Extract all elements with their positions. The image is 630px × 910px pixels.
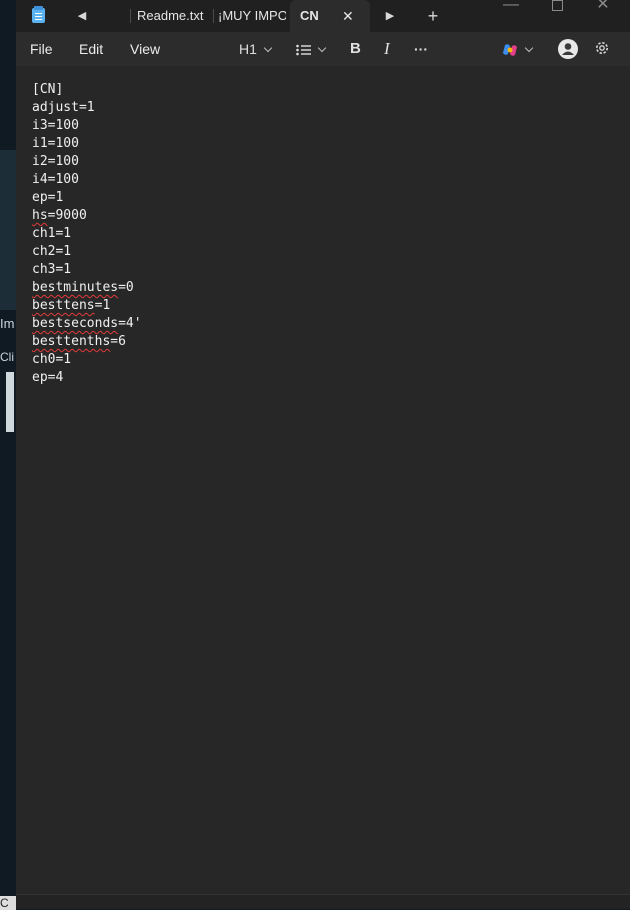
- tab-label: ¡MUY IMPOR: [218, 8, 286, 23]
- chevron-down-icon: [524, 43, 534, 53]
- close-icon: ✕: [596, 0, 610, 13]
- list-dropdown[interactable]: [296, 32, 327, 66]
- text-line: hs=9000: [32, 208, 87, 223]
- text-line: i4=100: [32, 172, 79, 187]
- minimize-icon: —: [503, 0, 519, 13]
- copilot-icon: [503, 44, 517, 57]
- text-line: ch3=1: [32, 262, 72, 277]
- text-line: [CN]: [32, 82, 64, 97]
- menu-edit[interactable]: Edit: [79, 32, 103, 66]
- chevron-down-icon: [317, 43, 327, 53]
- tab-muy-importante[interactable]: ¡MUY IMPOR: [218, 0, 286, 32]
- plus-icon: +: [427, 6, 439, 26]
- text-line: besttens=1: [32, 298, 111, 313]
- menu-view[interactable]: View: [130, 32, 160, 66]
- maximize-button[interactable]: [534, 0, 580, 32]
- bulleted-list-icon: [296, 44, 311, 56]
- background-text: C: [0, 896, 16, 910]
- tab-label: Readme.txt: [137, 8, 204, 23]
- heading-label: H1: [239, 41, 257, 57]
- scroll-tabs-left-button[interactable]: ◀: [74, 0, 90, 32]
- text-line: i3=100: [32, 118, 79, 133]
- menu-file[interactable]: File: [30, 32, 53, 66]
- settings-button[interactable]: [594, 40, 610, 56]
- copilot-dropdown[interactable]: [502, 32, 534, 66]
- text-line: besttenths=6: [32, 334, 126, 349]
- tab-readme[interactable]: Readme.txt: [137, 0, 213, 32]
- text-line: ch2=1: [32, 244, 72, 259]
- heading-dropdown[interactable]: H1: [239, 32, 273, 66]
- text-line: i1=100: [32, 136, 79, 151]
- close-window-button[interactable]: ✕: [580, 0, 626, 32]
- triangle-right-icon: ▶: [385, 10, 395, 22]
- tab-separator: [213, 9, 214, 23]
- tab-separator: [130, 9, 131, 23]
- title-bar: ◀ Readme.txt ¡MUY IMPOR CN ✕ ▶ + — ✕: [16, 0, 630, 32]
- account-button[interactable]: [558, 39, 578, 59]
- background-window-strip: [0, 150, 16, 310]
- avatar-icon: [558, 39, 578, 59]
- more-options-button[interactable]: ···: [414, 32, 428, 66]
- tab-label: CN: [300, 8, 319, 23]
- bold-button[interactable]: B: [350, 32, 361, 66]
- background-text: Cli: [0, 350, 14, 364]
- notepad-window: ◀ Readme.txt ¡MUY IMPOR CN ✕ ▶ + — ✕: [16, 0, 630, 909]
- maximize-icon: [551, 0, 563, 11]
- background-window-strip: [6, 372, 14, 432]
- text-line: bestminutes=0: [32, 280, 134, 295]
- background-text: Im: [0, 316, 15, 331]
- text-line: ep=1: [32, 190, 64, 205]
- more-icon: ···: [414, 41, 428, 57]
- text-line: ep=4: [32, 370, 64, 385]
- status-bar: [16, 894, 630, 909]
- text-line: bestseconds=4': [32, 316, 142, 331]
- text-editor[interactable]: [CN] adjust=1 i3=100 i1=100 i2=100 i4=100 ep=1…: [16, 66, 630, 909]
- text-line: adjust=1: [32, 100, 95, 115]
- triangle-left-icon: ◀: [77, 10, 87, 22]
- text-line: ch0=1: [32, 352, 72, 367]
- close-icon[interactable]: ✕: [342, 0, 354, 32]
- chevron-down-icon: [263, 43, 273, 53]
- tab-cn[interactable]: CN ✕: [290, 0, 370, 32]
- text-line: i2=100: [32, 154, 79, 169]
- notepad-app-icon: [32, 6, 45, 23]
- menu-bar: File Edit View H1 B I ···: [16, 32, 630, 66]
- minimize-button[interactable]: —: [488, 0, 534, 32]
- text-line: ch1=1: [32, 226, 72, 241]
- bold-icon: B: [350, 40, 361, 57]
- italic-icon: I: [384, 39, 390, 58]
- gear-icon: [596, 42, 608, 54]
- scroll-tabs-right-button[interactable]: ▶: [382, 0, 398, 32]
- new-tab-button[interactable]: +: [422, 0, 444, 32]
- italic-button[interactable]: I: [384, 32, 390, 66]
